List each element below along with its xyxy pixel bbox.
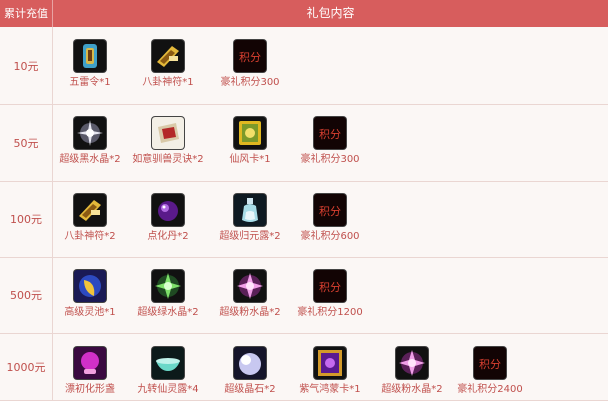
points-icon: 积分 [314, 194, 346, 226]
gift-item[interactable]: 八卦神符*2 [50, 194, 130, 243]
tier-row: 1000元漂初化形盏 九转仙灵露*4 超级晶石*2 紫气鸿蒙卡*1 超级粉水晶*2 积分豪… [0, 333, 608, 401]
gift-item-label: 仙风卡*1 [229, 154, 271, 165]
gift-item[interactable]: 超级黑水晶*2 [50, 117, 130, 166]
transform-lamp-icon [74, 347, 106, 379]
svg-text:积分: 积分 [239, 51, 261, 64]
gift-item[interactable]: 积分豪礼积分300 [290, 117, 370, 166]
gift-item-label: 漂初化形盏 [65, 384, 115, 395]
gift-table: 累计充值 礼包内容 10元 五雷令*1 八卦神符*1 积分 豪礼积分300 50元 超级黑水… [0, 0, 608, 401]
gift-item[interactable]: 九转仙灵露*4 [128, 347, 208, 396]
gift-item[interactable]: 仙风卡*1 [210, 117, 290, 166]
gift-item-label: 九转仙灵露*4 [137, 384, 199, 395]
green-crystal-icon [152, 270, 184, 302]
recharge-amount: 10元 [0, 27, 53, 104]
gift-item[interactable]: 超级晶石*2 [210, 347, 290, 396]
recharge-amount: 500元 [0, 257, 53, 333]
gift-item-label: 豪礼积分300 [300, 154, 360, 165]
bagua-talisman-icon [152, 40, 184, 72]
gift-item-label: 超级晶石*2 [224, 384, 276, 395]
purple-pill-icon [152, 194, 184, 226]
gift-item[interactable]: 积分豪礼积分1200 [290, 270, 370, 319]
gift-item-label: 如意驯兽灵诀*2 [132, 154, 204, 165]
gift-item-label: 豪礼积分2400 [457, 384, 523, 395]
svg-text:积分: 积分 [479, 358, 501, 371]
gift-item[interactable]: 超级绿水晶*2 [128, 270, 208, 319]
thunder-token-icon [74, 40, 106, 72]
jade-bowl-icon [152, 347, 184, 379]
crystal-stone-icon [234, 347, 266, 379]
gift-item-label: 紫气鸿蒙卡*1 [299, 384, 361, 395]
header-cumulative-recharge: 累计充值 [0, 0, 53, 27]
recharge-amount: 50元 [0, 104, 53, 181]
svg-text:积分: 积分 [319, 128, 341, 141]
gift-item-label: 高级灵池*1 [64, 307, 116, 318]
svg-text:积分: 积分 [319, 205, 341, 218]
potion-bottle-icon [234, 194, 266, 226]
gift-item-label: 豪礼积分600 [300, 231, 360, 242]
gift-item-label: 豪礼积分1200 [297, 307, 363, 318]
moon-pool-icon [74, 270, 106, 302]
recharge-amount: 1000元 [0, 333, 53, 400]
pink-crystal-icon [234, 270, 266, 302]
gift-item[interactable]: 超级粉水晶*2 [210, 270, 290, 319]
gift-item-label: 豪礼积分300 [220, 77, 280, 88]
gift-item[interactable]: 积分豪礼积分2400 [450, 347, 530, 396]
bagua-talisman-icon [74, 194, 106, 226]
tier-row: 100元 八卦神符*2 点化丹*2 超级归元露*2 积分豪礼积分600 [0, 181, 608, 258]
pink-crystal-icon [396, 347, 428, 379]
gift-item[interactable]: 高级灵池*1 [50, 270, 130, 319]
black-crystal-icon [74, 117, 106, 149]
header-gift-contents: 礼包内容 [306, 6, 355, 20]
gift-item[interactable]: 五雷令*1 [50, 40, 130, 89]
gift-item-label: 超级粉水晶*2 [219, 307, 281, 318]
table-header: 累计充值 礼包内容 [0, 0, 608, 27]
gift-item[interactable]: 超级粉水晶*2 [372, 347, 452, 396]
points-icon: 积分 [234, 40, 266, 72]
gift-item[interactable]: 积分豪礼积分600 [290, 194, 370, 243]
gift-item[interactable]: 积分豪礼积分300 [210, 40, 290, 89]
gift-item[interactable]: 如意驯兽灵诀*2 [128, 117, 208, 166]
points-icon: 积分 [474, 347, 506, 379]
tier-row: 500元 高级灵池*1 超级绿水晶*2 超级粉水晶*2 积分豪礼积分1200 [0, 257, 608, 334]
gift-item-label: 五雷令*1 [69, 77, 111, 88]
svg-text:积分: 积分 [319, 281, 341, 294]
gift-item-label: 八卦神符*1 [142, 77, 194, 88]
gift-item-label: 超级归元露*2 [219, 231, 281, 242]
gift-item-label: 八卦神符*2 [64, 231, 116, 242]
gift-item-label: 超级粉水晶*2 [381, 384, 443, 395]
gift-item[interactable]: 紫气鸿蒙卡*1 [290, 347, 370, 396]
points-icon: 积分 [314, 117, 346, 149]
gift-item[interactable]: 超级归元露*2 [210, 194, 290, 243]
purple-card-icon [314, 347, 346, 379]
beast-scroll-icon [152, 117, 184, 149]
gift-item[interactable]: 漂初化形盏 [50, 347, 130, 396]
gift-item[interactable]: 点化丹*2 [128, 194, 208, 243]
gift-item-label: 超级黑水晶*2 [59, 154, 121, 165]
tier-row: 50元 超级黑水晶*2 如意驯兽灵诀*2 仙风卡*1 积分豪礼积分300 [0, 104, 608, 182]
gift-item[interactable]: 八卦神符*1 [128, 40, 208, 89]
points-icon: 积分 [314, 270, 346, 302]
recharge-amount: 100元 [0, 181, 53, 257]
tier-row: 10元五雷令*1 八卦神符*1 积分豪礼积分300 [0, 27, 608, 105]
gift-item-label: 超级绿水晶*2 [137, 307, 199, 318]
gift-item-label: 点化丹*2 [147, 231, 189, 242]
immortal-card-icon [234, 117, 266, 149]
